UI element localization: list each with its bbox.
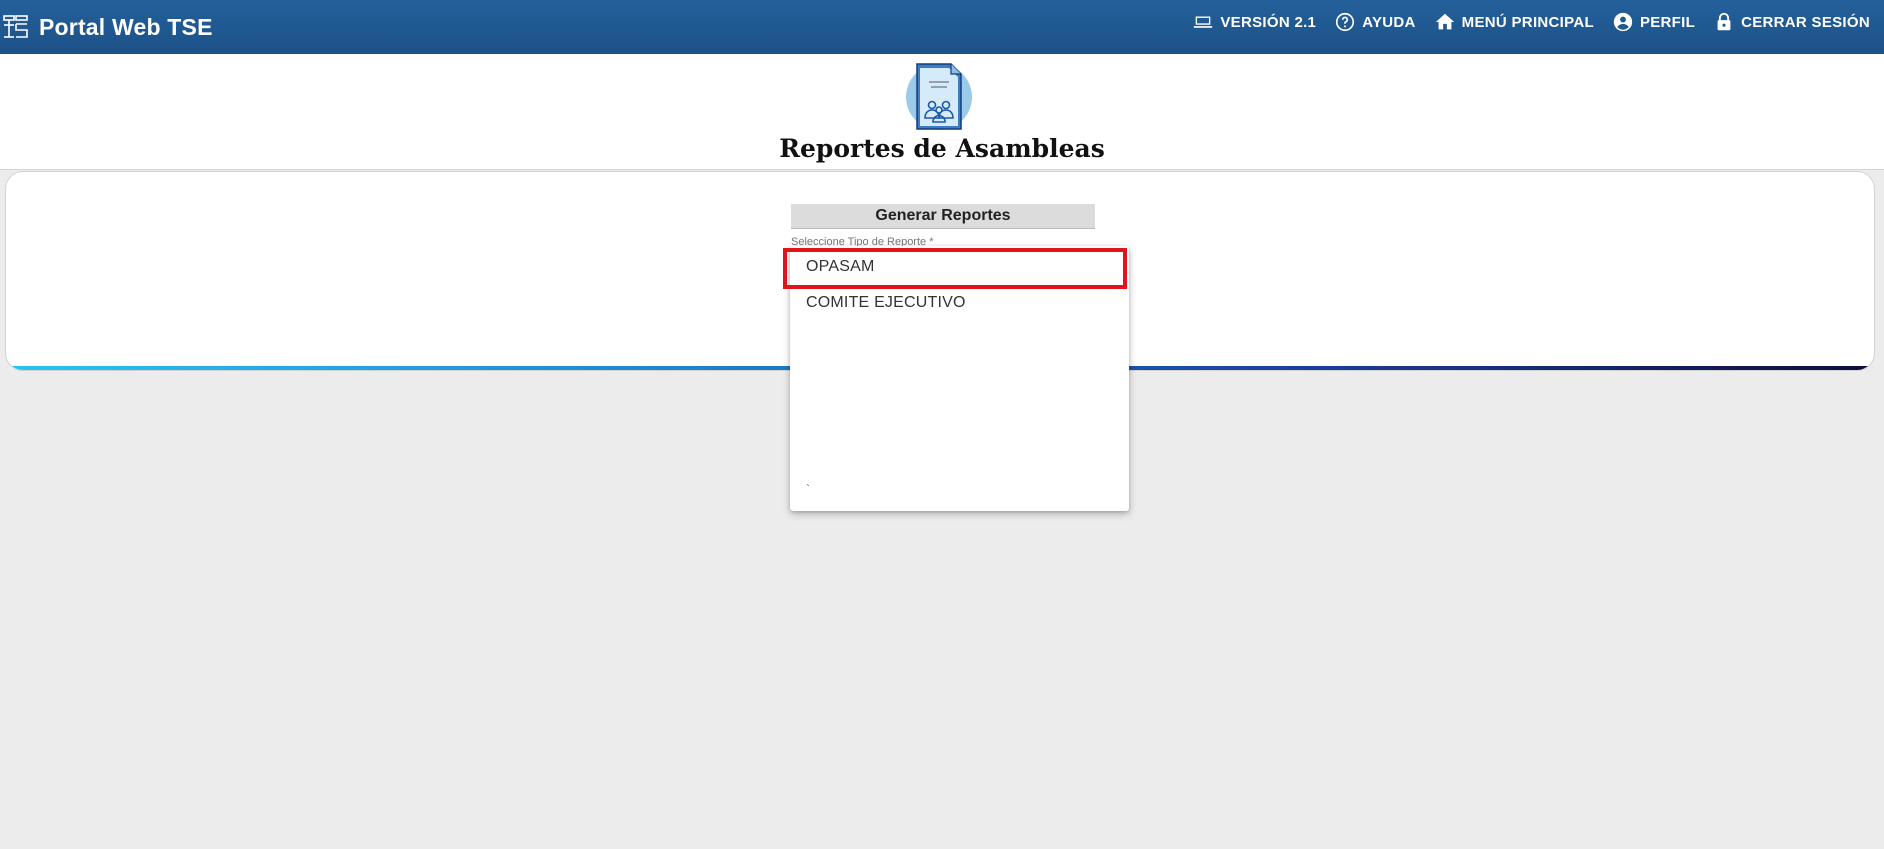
top-navigation-bar: Portal Web TSE VERSIÓN 2.1 AYUDA MENÚ PR…: [0, 0, 1884, 54]
nav-main-menu-label: MENÚ PRINCIPAL: [1461, 13, 1594, 31]
nav-help[interactable]: AYUDA: [1334, 11, 1415, 33]
nav-logout[interactable]: CERRAR SESIÓN: [1713, 11, 1870, 33]
nav-version[interactable]: VERSIÓN 2.1: [1192, 11, 1316, 33]
account-circle-icon: [1613, 12, 1633, 32]
report-type-dropdown[interactable]: OPASAM COMITE EJECUTIVO: [790, 246, 1129, 511]
laptop-icon: [1194, 16, 1213, 28]
nav-logout-label: CERRAR SESIÓN: [1741, 13, 1870, 31]
nav-profile-label: PERFIL: [1639, 13, 1696, 31]
tse-logo-icon: [3, 15, 28, 38]
app-title: Portal Web TSE: [39, 13, 213, 40]
nav-main-menu[interactable]: MENÚ PRINCIPAL: [1434, 11, 1594, 33]
home-icon: [1435, 13, 1454, 30]
page-title: Reportes de Asambleas: [779, 134, 1105, 163]
nav-profile[interactable]: PERFIL: [1612, 11, 1695, 33]
brand[interactable]: Portal Web TSE: [2, 13, 213, 41]
top-nav: VERSIÓN 2.1 AYUDA MENÚ PRINCIPAL PERFIL: [1174, 0, 1870, 44]
lock-icon: [1717, 12, 1731, 31]
help-circle-icon: [1336, 12, 1355, 32]
option-comite-ejecutivo[interactable]: COMITE EJECUTIVO: [790, 285, 1129, 321]
stray-character: `: [806, 482, 810, 496]
page-header: Reportes de Asambleas: [0, 54, 1884, 170]
report-document-icon: [906, 63, 972, 130]
option-opasam[interactable]: OPASAM: [790, 249, 1129, 285]
nav-help-label: AYUDA: [1362, 13, 1416, 31]
section-title: Generar Reportes: [791, 204, 1095, 229]
nav-version-label: VERSIÓN 2.1: [1220, 13, 1317, 31]
